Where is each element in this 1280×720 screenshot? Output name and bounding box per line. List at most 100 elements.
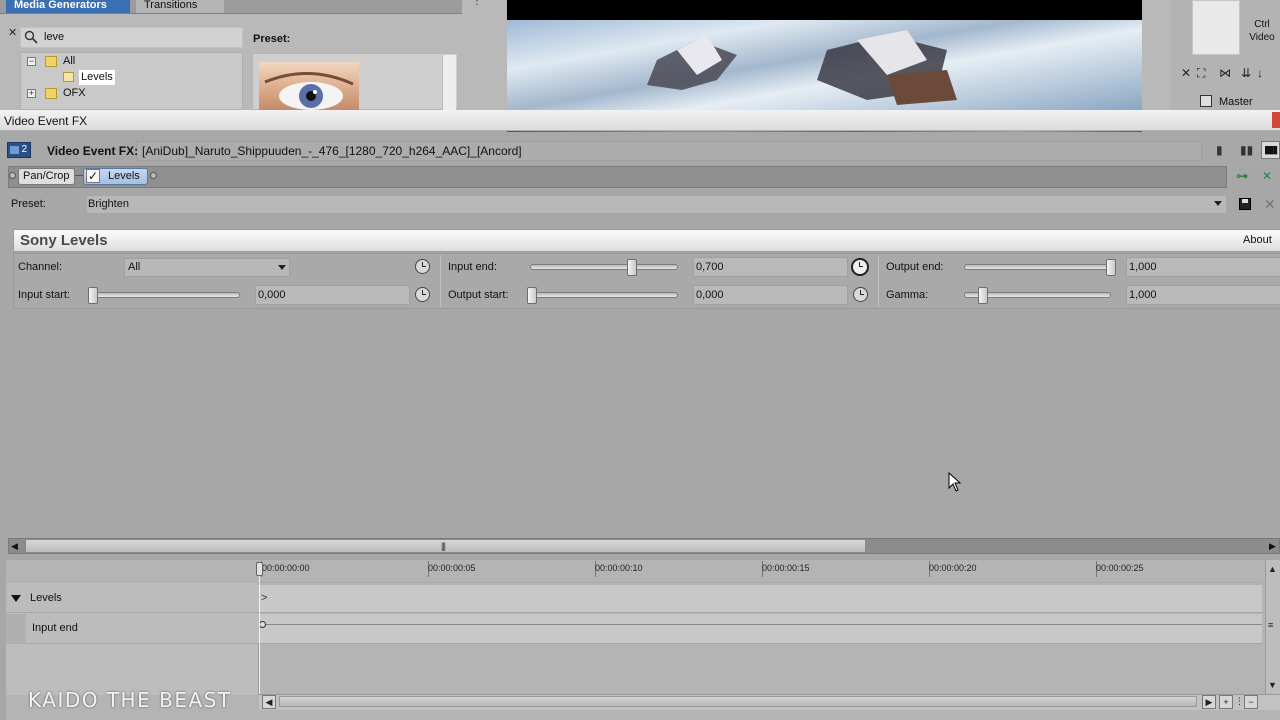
input-end-slider[interactable] [530, 264, 678, 270]
fx-header-label: Video Event FX: [47, 144, 139, 158]
scrollbar-thumb[interactable] [25, 539, 866, 553]
search-input-value: leve [44, 31, 65, 43]
playhead-handle[interactable] [256, 562, 263, 576]
output-end-slider-thumb[interactable] [1106, 259, 1116, 276]
folder-icon [45, 56, 57, 67]
video-preview [507, 20, 1142, 110]
output-start-value[interactable]: 0,000 [693, 285, 848, 305]
scroll-right-icon[interactable]: ▶ [1269, 541, 1276, 552]
animate-output-start-icon[interactable] [853, 287, 868, 302]
preset-thumbnail[interactable] [259, 62, 359, 110]
timeline-scroll-thumb[interactable] [279, 696, 1197, 707]
view-triple-button[interactable]: ▮▮▮ [1261, 141, 1280, 159]
master-checkbox[interactable] [1200, 95, 1212, 107]
video-label: Video [1249, 32, 1275, 43]
scroll-right-icon[interactable]: ▶ [1202, 695, 1216, 709]
add-plugin-icon[interactable]: ⊶ [1236, 169, 1248, 183]
animate-channel-icon[interactable] [415, 259, 430, 274]
tab-media-generators[interactable]: Media Generators [6, 0, 130, 13]
generator-tree: − All Levels + OFX [20, 52, 243, 110]
fx-file-name: [AniDub]_Naruto_Shippuuden_-_476_[1280_7… [142, 144, 522, 158]
collapse-triangle-icon[interactable] [11, 595, 21, 602]
gamma-slider-thumb[interactable] [977, 287, 988, 304]
output-end-slider[interactable] [964, 264, 1116, 270]
input-start-label: Input start: [18, 289, 70, 301]
keyframe-track-input-end[interactable] [260, 614, 1262, 644]
keyframe-point[interactable] [259, 621, 266, 628]
preset-value: Brighten [88, 198, 129, 210]
remove-plugin-icon[interactable]: ✕ [1262, 169, 1272, 183]
keyframe-row-label: Input end [32, 622, 78, 634]
input-end-slider-thumb[interactable] [626, 259, 637, 276]
keyframe-marker-icon[interactable]: > [261, 592, 267, 604]
chain-item-pan-crop[interactable]: Pan/Crop [18, 168, 75, 185]
ruler-label: 00:00:00:00 [262, 563, 310, 573]
scrollbar-grip-icon: ||| [441, 541, 446, 551]
scroll-up-icon[interactable]: ▲ [1268, 564, 1277, 574]
fx-enable-checkbox[interactable]: ✓ [86, 169, 100, 183]
tree-item-ofx[interactable]: OFX [63, 86, 86, 101]
chevron-down-icon[interactable] [1214, 201, 1222, 206]
anime-frame-image [647, 30, 957, 105]
scroll-left-icon[interactable]: ◀ [262, 695, 276, 709]
filmstrip-icon [10, 146, 19, 154]
collapse-icon[interactable]: − [27, 57, 36, 66]
keyframe-track-levels[interactable] [260, 585, 1262, 613]
view-single-icon[interactable]: ▮ [1216, 143, 1223, 157]
scroll-left-icon[interactable]: ◀ [11, 541, 18, 552]
crop-icon[interactable]: ⛶ [1197, 66, 1205, 81]
input-start-value[interactable]: 0,000 [255, 285, 410, 305]
animate-input-end-icon[interactable] [851, 258, 869, 276]
input-start-slider-thumb[interactable] [88, 287, 98, 304]
tab-transitions[interactable]: Transitions [136, 0, 224, 13]
ruler-label: 00:00:00:20 [929, 563, 977, 573]
output-end-value[interactable]: 1,000 [1126, 257, 1280, 277]
close-icon[interactable]: ✕ [8, 26, 17, 39]
window-close-button[interactable] [1272, 112, 1280, 128]
zoom-out-icon[interactable]: − [1244, 695, 1258, 709]
delete-preset-icon[interactable]: ✕ [1264, 196, 1276, 213]
animate-input-start-icon[interactable] [415, 287, 430, 302]
input-start-slider[interactable] [88, 292, 240, 298]
chevron-down-icon[interactable] [278, 265, 286, 270]
channel-label: Channel: [18, 261, 63, 273]
search-icon [24, 30, 38, 44]
tree-item-levels[interactable]: Levels [79, 70, 115, 85]
input-end-label: Input end: [448, 261, 497, 273]
scrollbar-grip-icon: ≡ [1268, 620, 1274, 630]
input-end-value[interactable]: 0,700 [693, 257, 848, 277]
scroll-down-icon[interactable]: ▼ [1268, 680, 1277, 690]
about-link[interactable]: About [1243, 234, 1272, 246]
panel-grip-icon[interactable]: ⋮ [472, 0, 482, 14]
channel-select[interactable]: All [124, 258, 290, 277]
column-divider [440, 255, 441, 307]
close-icon[interactable]: ✕ [1181, 66, 1191, 80]
zoom-in-icon[interactable]: + [1219, 695, 1233, 709]
preset-scrollbar[interactable] [442, 55, 456, 110]
eye-image-icon [264, 72, 354, 110]
window-title: Video Event FX [4, 114, 88, 128]
view-double-icon[interactable]: ▮▮ [1240, 143, 1253, 157]
output-start-slider-thumb[interactable] [527, 287, 537, 304]
down-arrow-icon[interactable]: ↓ [1257, 66, 1263, 80]
chain-connector [75, 175, 83, 176]
row-indent [6, 614, 26, 644]
mouse-cursor-icon [948, 472, 962, 492]
tree-item-all[interactable]: All [63, 54, 75, 69]
output-end-label: Output end: [886, 261, 944, 273]
window-titlebar[interactable] [0, 110, 1280, 131]
plugin-title: Sony Levels [20, 232, 108, 249]
plugin-header [13, 229, 1280, 252]
expand-icon[interactable]: + [27, 89, 36, 98]
keyframe-row-label: Levels [30, 592, 62, 604]
save-preset-label-shape [1242, 199, 1248, 203]
preset-dropdown[interactable] [86, 195, 1227, 214]
playhead-line [259, 562, 260, 695]
plugin-icon [63, 72, 74, 82]
gamma-value[interactable]: 1,000 [1126, 285, 1280, 305]
output-start-slider[interactable] [527, 292, 678, 298]
split-icon[interactable]: ⋈ [1219, 66, 1231, 80]
insert-fx-icon[interactable]: ⇊ [1241, 66, 1251, 80]
gamma-label: Gamma: [886, 289, 929, 301]
mixer-track-list[interactable] [1192, 0, 1240, 55]
